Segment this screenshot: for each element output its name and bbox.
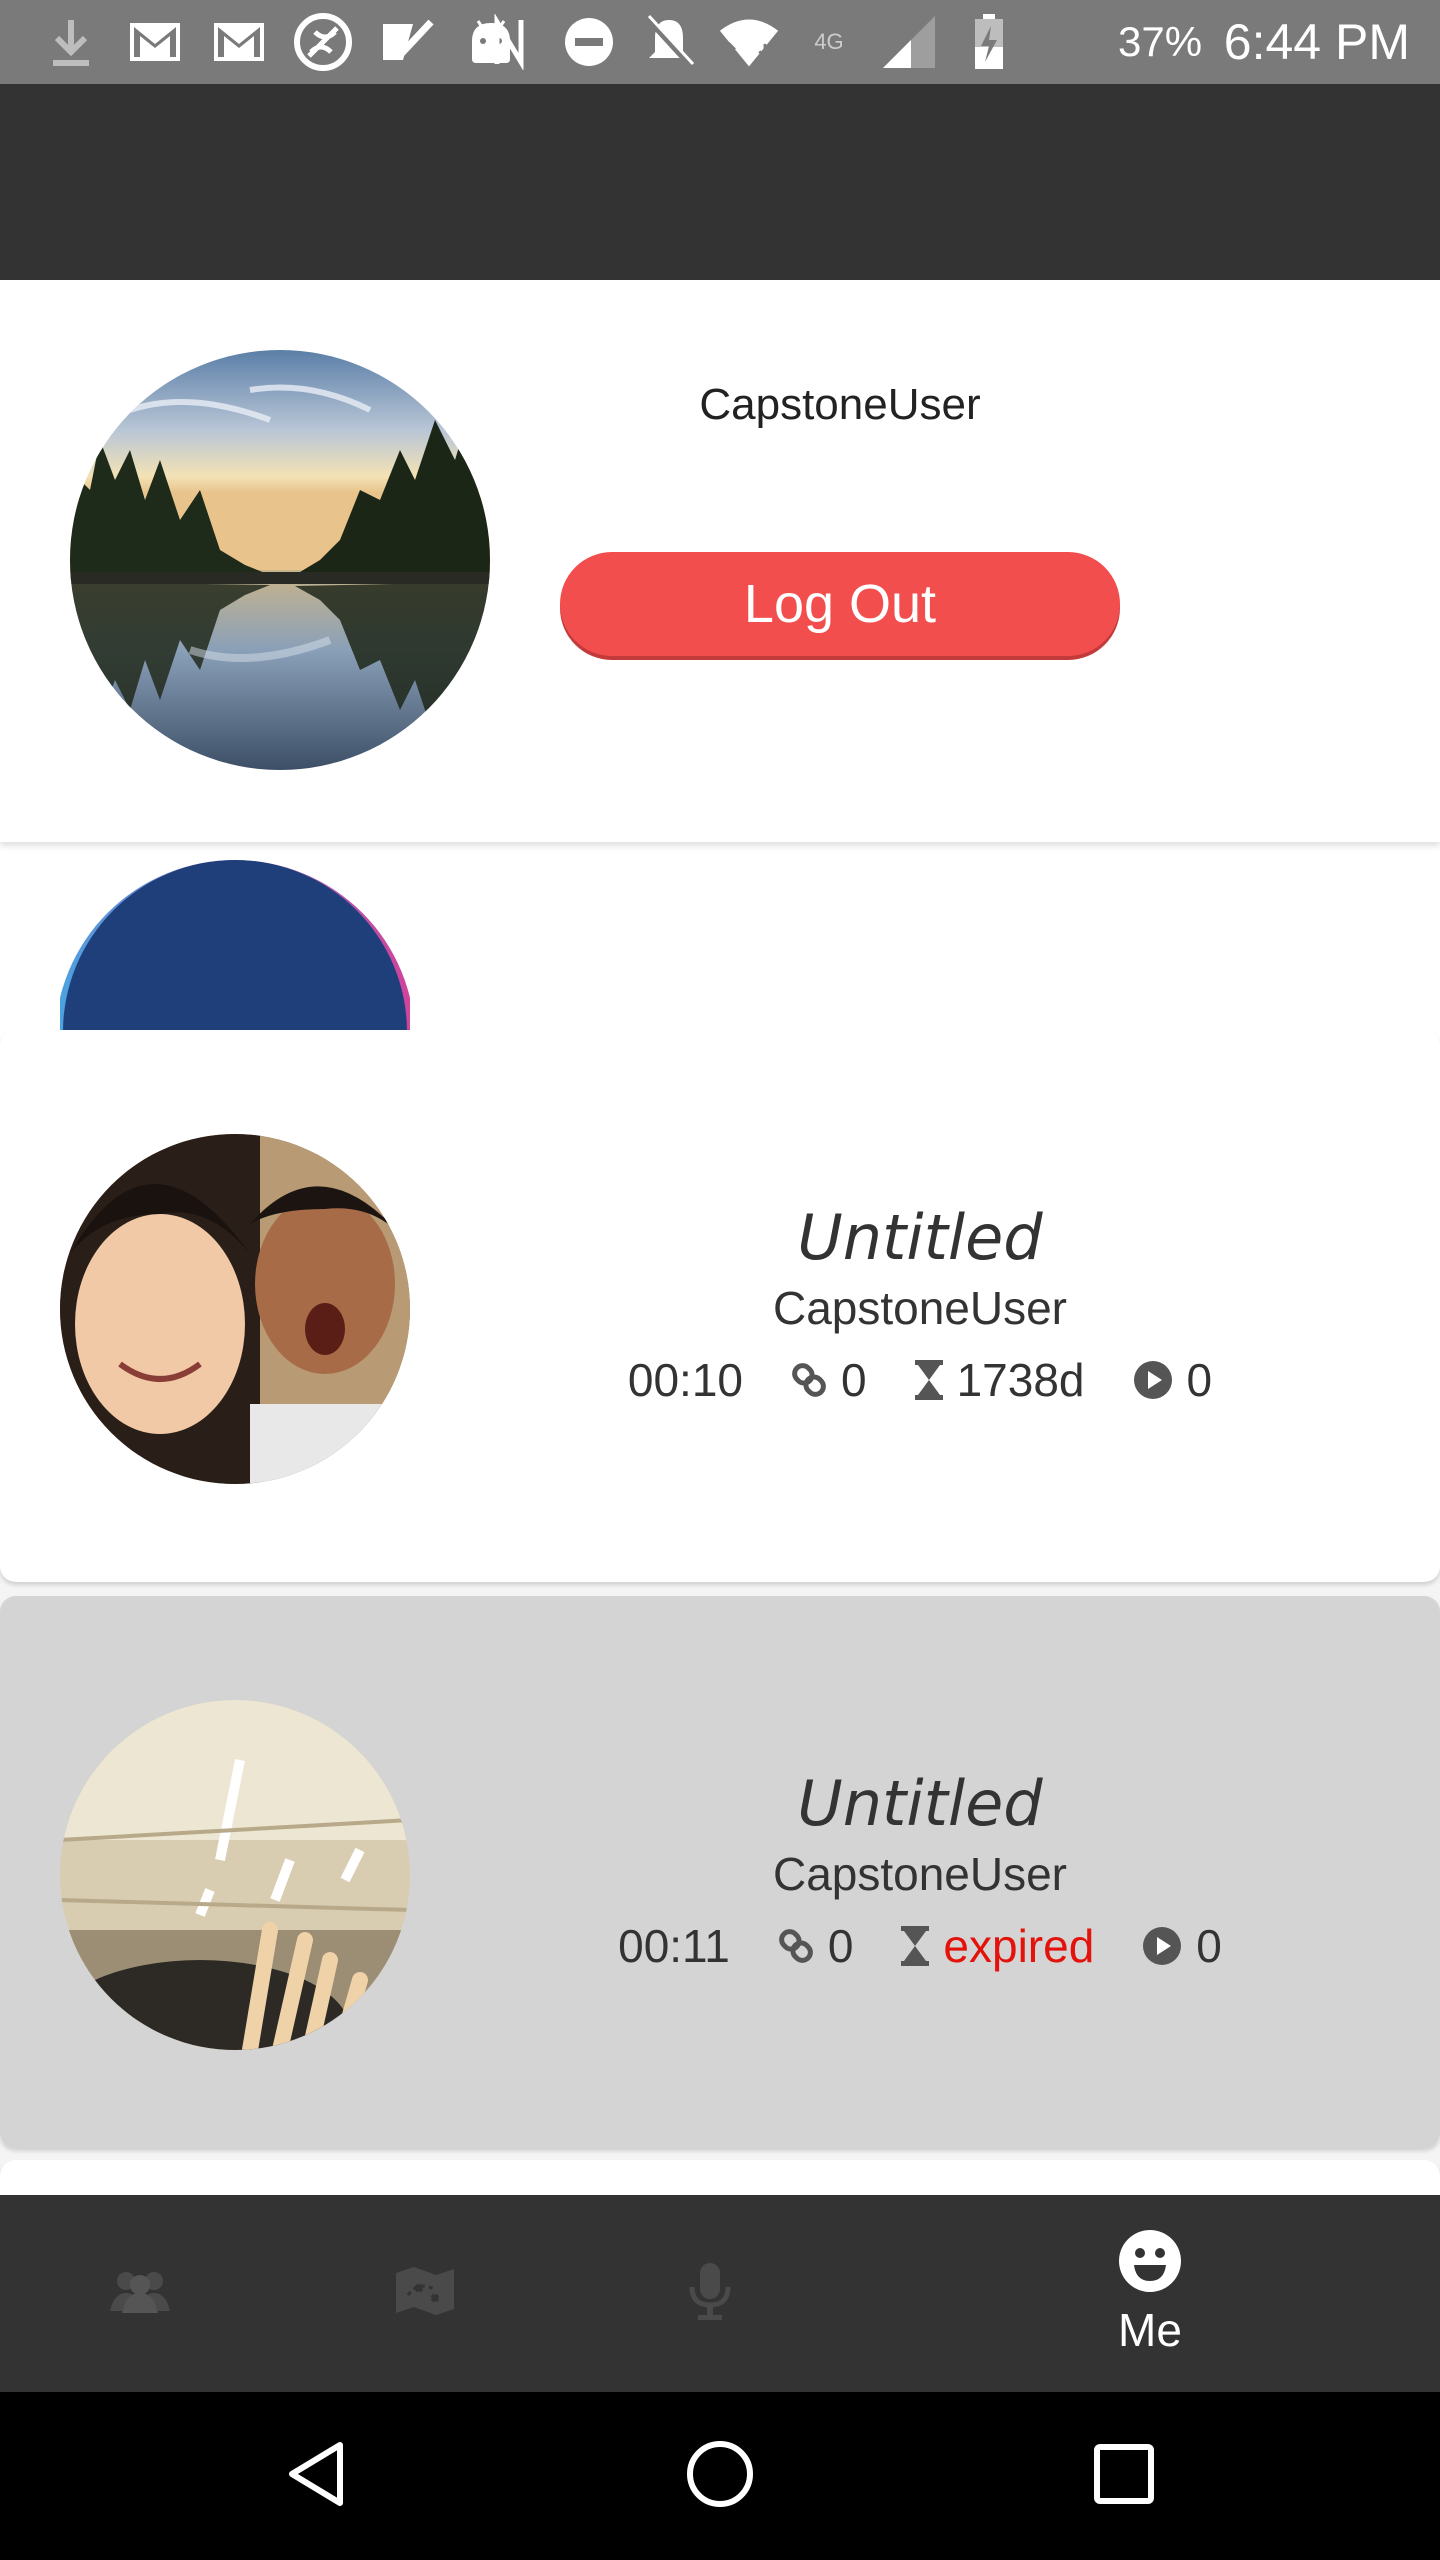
network-type: 4G bbox=[798, 12, 860, 72]
gmail-icon bbox=[124, 12, 186, 72]
play-icon bbox=[1133, 1360, 1173, 1400]
clock: 6:44 PM bbox=[1223, 14, 1410, 70]
post-title: Untitled bbox=[797, 1201, 1043, 1274]
links-stat: 0 bbox=[778, 1918, 854, 1974]
nav-map[interactable] bbox=[355, 2195, 495, 2392]
plays-value: 0 bbox=[1196, 1920, 1222, 1972]
profile-card: CapstoneUser Log Out bbox=[0, 280, 1440, 842]
battery-icon bbox=[958, 12, 1020, 72]
hourglass-icon bbox=[914, 1360, 943, 1400]
system-status-icons: 4G bbox=[478, 12, 1020, 72]
check-icon bbox=[376, 12, 438, 72]
duration-value: 00:10 bbox=[627, 1354, 743, 1406]
vpn-icon bbox=[292, 12, 354, 72]
post-stats: 00:11 0 expired 0 bbox=[520, 1918, 1320, 1974]
post-card-next[interactable] bbox=[0, 2160, 1440, 2195]
home-icon bbox=[685, 2439, 755, 2514]
map-icon bbox=[394, 2265, 456, 2322]
microphone-icon bbox=[688, 2261, 732, 2326]
home-button[interactable] bbox=[640, 2392, 800, 2560]
nav-community[interactable] bbox=[70, 2195, 210, 2392]
download-icon bbox=[40, 12, 102, 72]
remaining-value-expired: expired bbox=[943, 1920, 1095, 1972]
links-value: 0 bbox=[827, 1920, 854, 1972]
post-card[interactable]: Untitled CapstoneUser 00:10 0 1738d 0 bbox=[0, 1030, 1440, 1582]
notification-icons bbox=[40, 12, 522, 72]
people-icon bbox=[108, 2269, 172, 2318]
battery-percent: 37% bbox=[1118, 18, 1203, 65]
nav-me[interactable]: Me bbox=[1080, 2195, 1220, 2392]
feed-content[interactable]: CapstoneUser Log Out Untitled CapstoneUs… bbox=[0, 280, 1440, 2195]
nav-me-label: Me bbox=[1118, 2304, 1182, 2356]
wifi-icon bbox=[718, 12, 780, 72]
logout-button[interactable]: Log Out bbox=[560, 552, 1120, 656]
links-value: 0 bbox=[841, 1354, 867, 1406]
remaining-stat: 1738d bbox=[914, 1352, 1085, 1408]
notifications-off-icon bbox=[638, 12, 700, 72]
app-bar bbox=[0, 84, 1440, 280]
link-icon bbox=[778, 1927, 814, 1965]
post-info: Untitled CapstoneUser 00:10 0 1738d 0 bbox=[520, 1198, 1320, 1408]
profile-username: CapstoneUser bbox=[699, 380, 981, 429]
bottom-nav: Me bbox=[0, 2195, 1440, 2392]
gmail-icon bbox=[208, 12, 270, 72]
smiley-icon bbox=[1118, 2229, 1182, 2298]
hourglass-icon bbox=[901, 1926, 930, 1966]
post-info: Untitled CapstoneUser 00:11 0 expired 0 bbox=[520, 1764, 1320, 1974]
post-stats: 00:10 0 1738d 0 bbox=[520, 1352, 1320, 1408]
plays-value: 0 bbox=[1186, 1354, 1213, 1406]
plays-stat: 0 bbox=[1133, 1352, 1213, 1408]
duration-stat: 00:10 bbox=[628, 1352, 743, 1408]
links-stat: 0 bbox=[791, 1352, 867, 1408]
back-icon bbox=[284, 2439, 348, 2514]
plays-stat: 0 bbox=[1142, 1918, 1222, 1974]
duration-value: 00:11 bbox=[618, 1920, 730, 1972]
nav-record[interactable] bbox=[640, 2195, 780, 2392]
recents-button[interactable] bbox=[1044, 2392, 1204, 2560]
link-icon bbox=[791, 1361, 827, 1399]
recents-icon bbox=[1093, 2443, 1155, 2510]
post-author: CapstoneUser bbox=[772, 1282, 1068, 1334]
remaining-stat: expired bbox=[901, 1918, 1094, 1974]
post-thumbnail[interactable] bbox=[60, 1700, 410, 2050]
nfc-icon bbox=[478, 12, 540, 72]
post-card-selected[interactable]: Untitled CapstoneUser 00:11 0 expired 0 bbox=[0, 1596, 1440, 2148]
post-thumbnail[interactable] bbox=[60, 1134, 410, 1484]
signal-icon bbox=[878, 12, 940, 72]
profile-avatar[interactable] bbox=[70, 350, 490, 770]
post-author: CapstoneUser bbox=[772, 1848, 1068, 1900]
status-bar: 4G 37% 6:44 PM bbox=[0, 0, 1440, 84]
remaining-value: 1738d bbox=[956, 1354, 1085, 1406]
duration-stat: 00:11 bbox=[618, 1918, 730, 1974]
network-label: 4G bbox=[814, 29, 844, 54]
do-not-disturb-icon bbox=[558, 12, 620, 72]
back-button[interactable] bbox=[236, 2392, 396, 2560]
play-icon bbox=[1142, 1926, 1182, 1966]
post-title: Untitled bbox=[797, 1767, 1043, 1840]
system-nav-bar bbox=[0, 2392, 1440, 2560]
